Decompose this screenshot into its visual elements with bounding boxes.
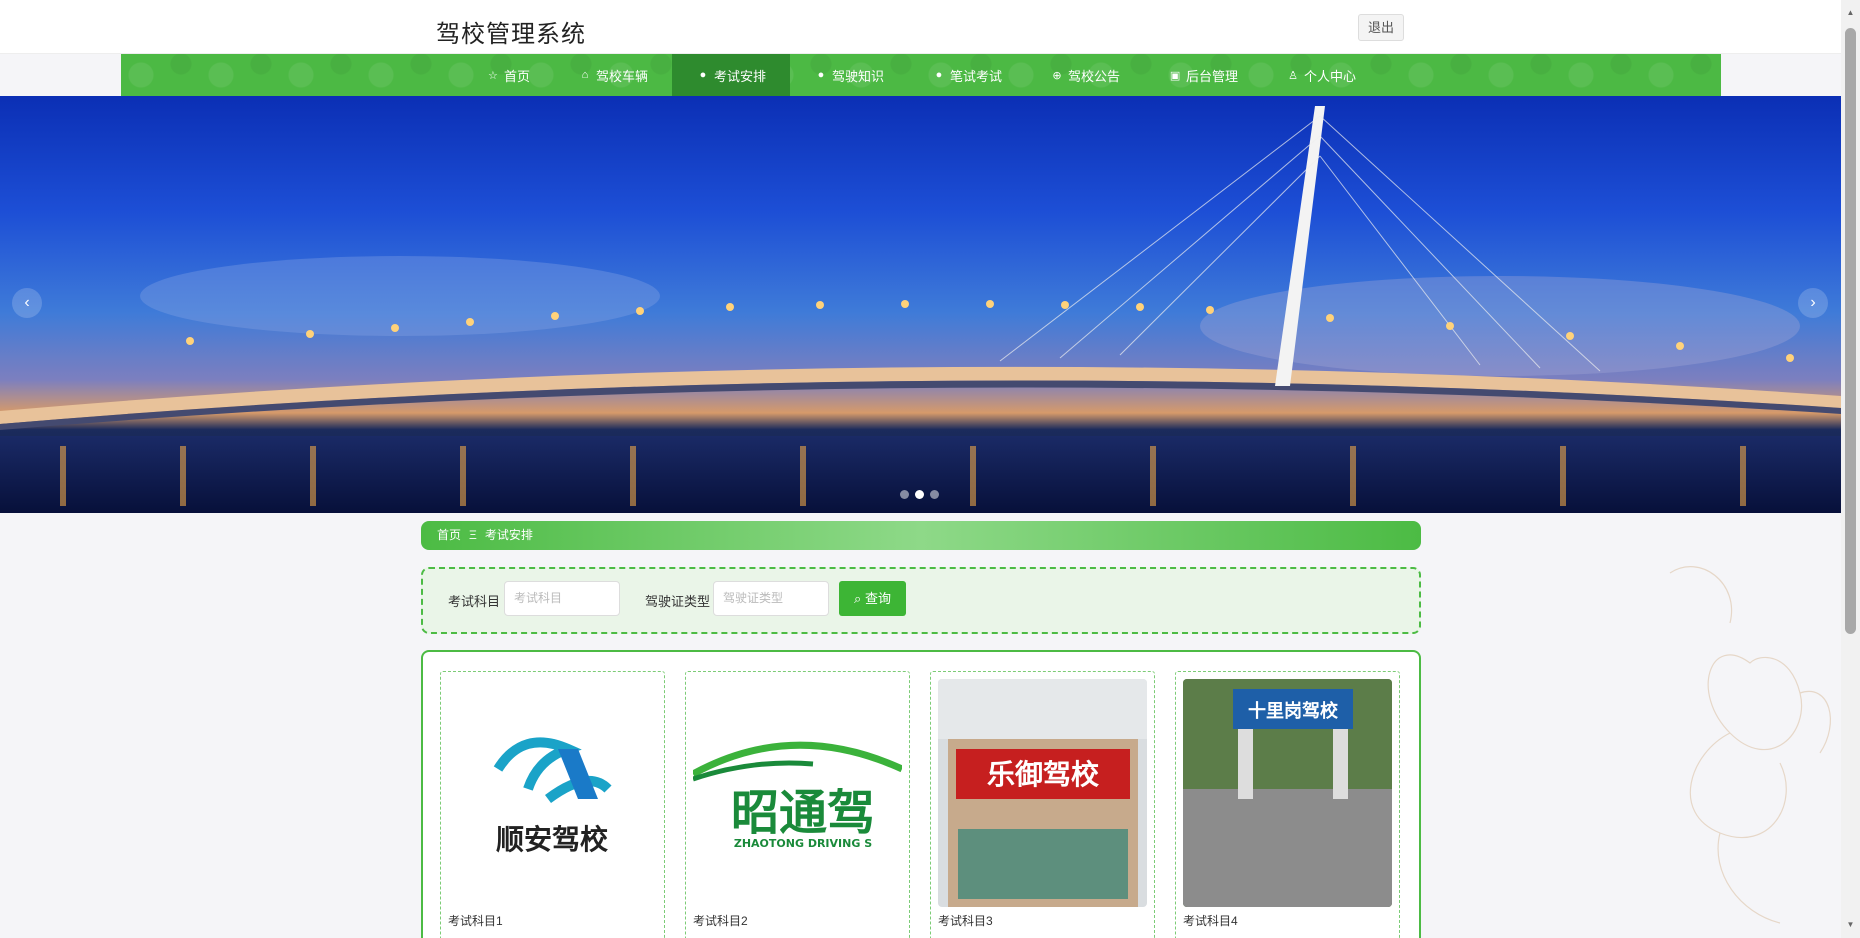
nav-label: 考试安排 (713, 68, 766, 84)
star-icon: ☆ (488, 69, 498, 82)
subject-input[interactable]: 考试科目 (504, 581, 620, 616)
search-button[interactable]: ⌕ 查询 (839, 581, 906, 616)
breadcrumb-separator: Ξ (469, 528, 477, 542)
user-icon: ♙ (1288, 69, 1298, 82)
scroll-thumb[interactable] (1845, 28, 1856, 634)
license-type-input[interactable]: 驾驶证类型 (713, 581, 829, 616)
nav-item-admin[interactable]: ▣ 后台管理 (1144, 54, 1262, 96)
help-icon: ● (817, 69, 825, 81)
scroll-up-icon[interactable]: ▲ (1845, 8, 1856, 18)
card-image: 乐御驾校 (938, 679, 1147, 907)
carousel-indicators (900, 490, 939, 499)
nav-item-home[interactable]: ☆ 首页 (462, 54, 554, 96)
app-title: 驾校管理系统 (436, 21, 586, 48)
nav-label: 个人中心 (1304, 68, 1357, 84)
card-logo-subtext: ZHAOTONG DRIVING S (734, 837, 872, 850)
card-logo-text: 乐御驾校 (987, 758, 1100, 791)
nav-label: 首页 (503, 68, 530, 84)
nav-item-driving-knowledge[interactable]: ● 驾驶知识 (790, 54, 908, 96)
breadcrumb-current: 考试安排 (484, 528, 533, 542)
card-title: 考试科目4 (1183, 914, 1238, 928)
carousel-prev-button[interactable]: ‹ (12, 288, 42, 318)
exam-list-panel: 顺安驾校 考试科目1 昭通驾 ZHAOTONG DRIVING S 考试科目2 … (421, 650, 1421, 938)
subject-label: 考试科目 (448, 594, 501, 609)
search-icon: ⌕ (854, 591, 865, 606)
search-button-label: 查询 (864, 591, 891, 606)
card-logo-text: 顺安驾校 (496, 823, 609, 856)
scroll-down-icon[interactable]: ▼ (1845, 920, 1856, 930)
banner-carousel: ‹ › (0, 96, 1841, 513)
nav-item-exam-schedule[interactable]: ● 考试安排 (671, 54, 790, 96)
card-title: 考试科目2 (693, 914, 748, 928)
nav-item-announcements[interactable]: ⊕ 驾校公告 (1026, 54, 1144, 96)
card-title: 考试科目1 (448, 914, 503, 928)
dashboard-icon: ▣ (1169, 69, 1181, 82)
search-panel: 考试科目 考试科目 驾驶证类型 驾驶证类型 ⌕ 查询 (421, 567, 1421, 634)
globe-icon: ⊕ (1052, 69, 1062, 82)
nav-label: 驾驶知识 (831, 68, 884, 84)
exam-card[interactable]: 昭通驾 ZHAOTONG DRIVING S 考试科目2 (685, 671, 910, 938)
flower-decoration (1669, 566, 1831, 924)
carousel-next-button[interactable]: › (1798, 288, 1828, 318)
exam-card[interactable]: 十里岗驾校 考试科目4 (1175, 671, 1400, 938)
card-logo-text: 十里岗驾校 (1248, 700, 1339, 722)
card-title: 考试科目3 (938, 914, 993, 928)
nav-label: 驾校车辆 (595, 68, 648, 84)
card-logo-text: 昭通驾 (731, 785, 875, 841)
carousel-dot[interactable] (915, 490, 924, 499)
logout-button[interactable]: 退出 (1358, 14, 1404, 41)
nav-label: 驾校公告 (1068, 68, 1121, 84)
card-image: 昭通驾 ZHAOTONG DRIVING S (693, 679, 902, 907)
home-icon: ⌂ (581, 69, 589, 81)
exam-card[interactable]: 顺安驾校 考试科目1 (440, 671, 665, 938)
nav-item-written-exam[interactable]: ● 笔试考试 (908, 54, 1026, 96)
nav-item-vehicles[interactable]: ⌂ 驾校车辆 (554, 54, 672, 96)
exam-card[interactable]: 乐御驾校 考试科目3 (930, 671, 1155, 938)
bridge-night-image (0, 106, 1841, 513)
nav-label: 后台管理 (1186, 68, 1239, 84)
breadcrumb: 首页 Ξ 考试安排 (421, 521, 1421, 550)
nav-label: 笔试考试 (950, 68, 1003, 84)
card-image: 十里岗驾校 (1183, 679, 1392, 907)
nav-item-profile[interactable]: ♙ 个人中心 (1262, 54, 1380, 96)
license-type-label: 驾驶证类型 (645, 594, 711, 609)
carousel-dot[interactable] (930, 490, 939, 499)
info-icon: ● (699, 69, 707, 81)
card-image: 顺安驾校 (448, 679, 657, 907)
breadcrumb-home[interactable]: 首页 (437, 528, 461, 542)
main-nav: ☆ 首页 ⌂ 驾校车辆 ● 考试安排 ● 驾驶知识 ● 笔试考试 ⊕ 驾校公告 ▣ 后台管理 … (121, 54, 1721, 96)
top-bar: 驾校管理系统 退出 (0, 0, 1841, 54)
page-scrollbar[interactable]: ▲ ▼ (1841, 0, 1860, 938)
carousel-dot[interactable] (900, 490, 909, 499)
info-icon: ● (935, 69, 943, 81)
